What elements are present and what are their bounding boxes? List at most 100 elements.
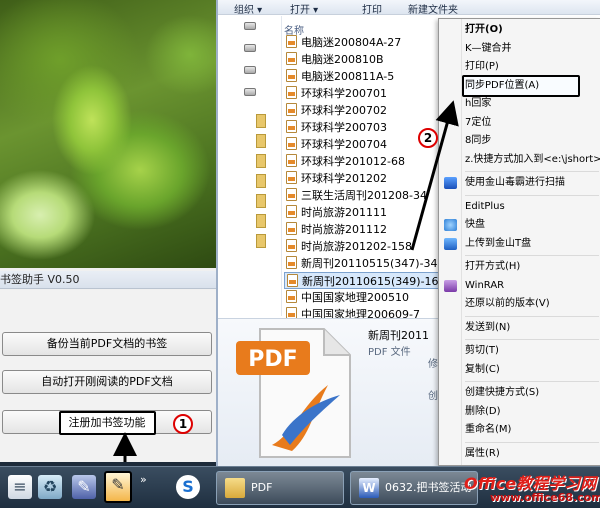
document-tool-icon[interactable]: ✎ xyxy=(72,475,96,499)
pdf-file-icon xyxy=(286,137,297,150)
context-menu-label: 上传到金山T盘 xyxy=(465,237,532,249)
pdf-file-icon xyxy=(286,154,297,167)
context-menu-label: 快盘 xyxy=(465,219,485,230)
open-menu[interactable]: 打开 ▾ xyxy=(290,1,318,16)
desktop-wallpaper xyxy=(0,0,218,268)
folder-icon[interactable] xyxy=(256,214,266,228)
drive-icon[interactable] xyxy=(244,22,256,30)
drive-icon[interactable] xyxy=(244,44,256,52)
context-menu-item[interactable]: 同步PDF位置(A) xyxy=(439,74,600,97)
context-menu-item[interactable]: 打开方式(H) xyxy=(439,258,600,276)
notepad-icon[interactable]: ≡ xyxy=(8,475,32,499)
context-menu-label: 8同步 xyxy=(465,135,492,146)
folder-icon[interactable] xyxy=(256,154,266,168)
context-menu-label: 发送到(N) xyxy=(465,321,511,333)
file-name: 环球科学201202 xyxy=(301,172,387,185)
auto-open-last-pdf-button[interactable]: 自动打开刚阅读的PDF文档 xyxy=(2,370,212,394)
context-menu-item[interactable]: EditPlus xyxy=(439,198,600,216)
file-name: 时尚旅游201111 xyxy=(301,206,387,219)
pdf-file-icon: PDF xyxy=(236,328,351,458)
details-modified-label: 修 xyxy=(428,359,438,370)
context-menu-item[interactable]: 复制(C) xyxy=(439,361,600,379)
pdf-file-icon xyxy=(286,52,297,65)
context-menu-item[interactable]: 打开(O) xyxy=(439,21,600,39)
pdf-file-icon xyxy=(286,239,297,252)
context-menu-item[interactable]: K—键合并 xyxy=(439,40,600,58)
context-menu-item[interactable]: 8同步 xyxy=(439,132,600,150)
context-menu: 打开(O) K—键合并打印(P) 同步PDF位置(A) h回家 7定位 8同步 z.快捷方式… xyxy=(438,18,600,466)
overflow-chevron[interactable]: » xyxy=(140,473,147,486)
context-menu-label: 复制(C) xyxy=(465,363,500,375)
pdf-file-icon xyxy=(286,290,297,303)
pdf-file-icon xyxy=(286,35,297,48)
context-menu-item[interactable]: 快盘 xyxy=(439,216,600,234)
taskbar-button-pdf-folder[interactable]: PDF xyxy=(216,471,344,505)
context-menu-item[interactable]: 还原以前的版本(V) xyxy=(439,295,600,313)
context-menu-item[interactable]: 属性(R) xyxy=(439,445,600,463)
search-app-icon[interactable]: S xyxy=(176,475,200,499)
recycle-bin-icon[interactable]: ♻ xyxy=(38,475,62,499)
context-menu-item[interactable]: 发送到(N) xyxy=(439,319,600,337)
pdf-file-icon xyxy=(286,188,297,201)
context-menu-item[interactable]: 删除(D) xyxy=(439,403,600,421)
context-menu-label: 还原以前的版本(V) xyxy=(465,298,550,309)
context-menu-label: 剪切(T) xyxy=(465,345,499,356)
word-icon: W xyxy=(359,478,379,498)
folder-icon[interactable] xyxy=(256,174,266,188)
kingsoft-antivirus-icon xyxy=(444,177,457,189)
folder-icon[interactable] xyxy=(256,134,266,148)
kingsoft-tdisk-icon xyxy=(444,237,457,250)
winrar-icon xyxy=(444,279,457,292)
file-name: 环球科学200704 xyxy=(301,138,387,151)
context-menu-label: h回家 xyxy=(465,98,492,109)
context-menu-label: 重命名(M) xyxy=(465,424,512,435)
context-menu-item[interactable]: WinRAR xyxy=(439,277,600,295)
context-menu-item[interactable]: 重命名(M) xyxy=(439,421,600,439)
context-menu-item[interactable]: h回家 xyxy=(439,95,600,113)
folder-icon[interactable] xyxy=(256,114,266,128)
file-name: 电脑迷200811A-5 xyxy=(301,70,395,83)
folder-icon[interactable] xyxy=(256,194,266,208)
context-menu-item[interactable]: 创建快捷方式(S) xyxy=(439,384,600,402)
print-button[interactable]: 打印 xyxy=(362,1,382,16)
taskbar-button-word[interactable]: W 0632.把书签活动 xyxy=(350,471,478,505)
file-name: 环球科学201012-68 xyxy=(301,155,405,168)
context-menu-label: 属性(R) xyxy=(465,447,500,459)
pdf-file-icon xyxy=(286,69,297,82)
file-name: 时尚旅游201112 xyxy=(301,223,387,236)
context-menu-item[interactable]: 剪切(T) xyxy=(439,342,600,360)
context-menu-label: 创建快捷方式(S) xyxy=(465,387,540,398)
menu-separator xyxy=(465,171,599,172)
drive-icon[interactable] xyxy=(244,66,256,74)
file-name: 电脑迷200804A-27 xyxy=(301,36,402,49)
pdf-file-icon xyxy=(287,274,298,287)
context-menu-item[interactable]: z.快捷方式加入到<e:\jshort> xyxy=(439,151,600,169)
folder-icon[interactable] xyxy=(256,234,266,248)
file-name: 中国国家地理200510 xyxy=(301,291,409,304)
new-folder-button[interactable]: 新建文件夹 xyxy=(408,1,458,16)
folder-icon xyxy=(225,478,245,498)
context-menu-item[interactable]: 打印(P) xyxy=(439,58,600,76)
context-menu-label: WinRAR xyxy=(465,279,505,291)
context-menu-item[interactable]: 上传到金山T盘 xyxy=(439,235,600,253)
context-menu-label: 7定位 xyxy=(465,116,492,128)
backup-bookmarks-button[interactable]: 备份当前PDF文档的书签 xyxy=(2,332,212,356)
pdf-file-icon xyxy=(286,120,297,133)
menu-separator xyxy=(465,381,599,382)
context-menu-item[interactable]: 7定位 xyxy=(439,114,600,132)
context-menu-label: K—键合并 xyxy=(465,42,512,54)
drive-icon[interactable] xyxy=(244,88,256,96)
details-created-label: 创 xyxy=(428,391,438,402)
pdf-file-icon xyxy=(286,171,297,184)
file-name: 环球科学200702 xyxy=(301,104,387,117)
context-menu-label: 删除(D) xyxy=(465,405,501,417)
bookmark-helper-icon[interactable]: ✎ xyxy=(104,471,132,503)
organize-menu[interactable]: 组织 ▾ xyxy=(234,1,262,16)
file-name: 电脑迷200810B xyxy=(301,53,384,66)
context-menu-item[interactable]: 使用金山毒霸进行扫描 xyxy=(439,174,600,192)
context-menu-label: 打开方式(H) xyxy=(465,261,521,272)
pdf-file-icon xyxy=(286,256,297,269)
file-name: 时尚旅游201202-158 xyxy=(301,240,412,253)
taskbar-pdf-label: PDF xyxy=(251,481,273,494)
file-name: 三联生活周刊201208-34 xyxy=(301,189,427,202)
